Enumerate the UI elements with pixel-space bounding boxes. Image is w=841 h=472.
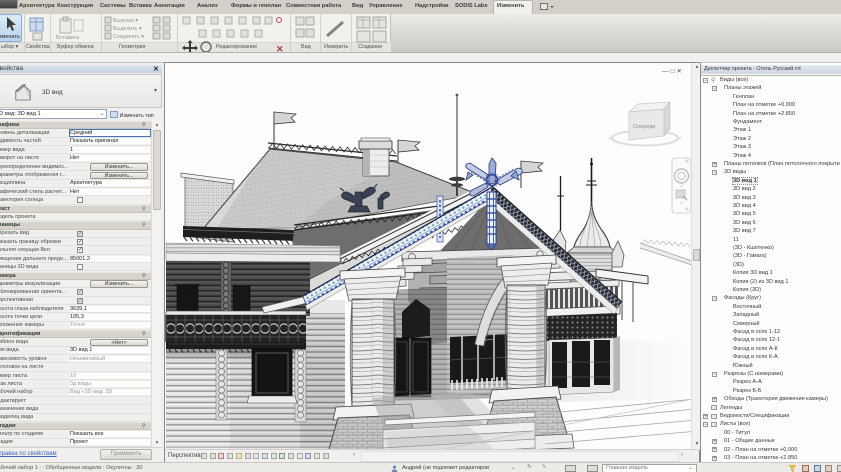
svg-text:Вставить: Вставить [56, 35, 79, 41]
svg-text:Вырезка ▾: Вырезка ▾ [113, 18, 138, 24]
svg-text:Спереди: Спереди [633, 124, 655, 130]
svg-text:Выделить ▾: Выделить ▾ [113, 26, 142, 32]
svg-text:Соединить ▾: Соединить ▾ [113, 34, 144, 40]
svg-text:зменить: зменить [0, 34, 20, 40]
svg-text:✕: ✕ [276, 44, 284, 52]
